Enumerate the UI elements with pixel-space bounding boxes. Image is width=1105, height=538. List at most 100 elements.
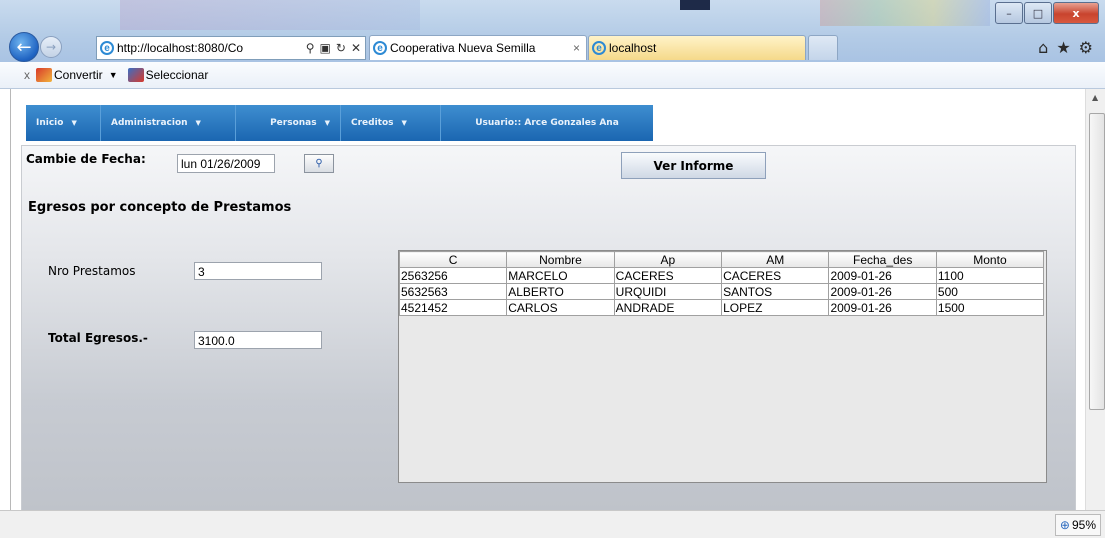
gear-icon[interactable]: ⚙ — [1079, 38, 1093, 57]
close-tab-icon[interactable]: × — [573, 41, 580, 55]
select-label: Seleccionar — [145, 68, 209, 82]
table-cell: URQUIDI — [613, 283, 723, 300]
convert-label: Convertir — [54, 68, 103, 82]
titlebar-decoration — [820, 0, 990, 26]
tab-label: Cooperativa Nueva Semilla — [390, 41, 536, 55]
loans-count-field[interactable]: 3 — [194, 262, 322, 280]
command-bar: x Convertir ▼ Seleccionar — [0, 62, 1105, 89]
menu-inicio[interactable]: Inicio ▼ — [26, 105, 101, 141]
table-cell: CACERES — [613, 267, 723, 284]
column-header[interactable]: Monto — [935, 251, 1045, 268]
table-cell: 1500 — [935, 299, 1045, 316]
column-header[interactable]: Fecha_des — [828, 251, 937, 268]
tab-localhost[interactable]: e localhost — [588, 35, 806, 60]
back-button[interactable]: ← — [9, 32, 39, 62]
titlebar-decoration — [120, 0, 420, 30]
ie-page-icon: e — [100, 41, 114, 55]
menu-personas[interactable]: Personas ▼ — [236, 105, 341, 141]
arrow-left-icon: ← — [16, 36, 32, 58]
zoom-icon: ⊕ — [1059, 518, 1070, 532]
address-bar[interactable]: e http://localhost:8080/Co ⚲ ▣ ↻ ✕ — [96, 36, 366, 60]
scrollbar-thumb[interactable] — [1089, 113, 1105, 410]
view-report-button[interactable]: Ver Informe — [621, 152, 766, 179]
ie-tab-icon: e — [373, 41, 387, 55]
compat-view-icon[interactable]: ▣ — [320, 41, 331, 55]
report-panel: Cambie de Fecha: lun 01/26/2009 ⚲ Ver In… — [21, 145, 1076, 510]
chevron-down-icon: ▼ — [71, 119, 77, 127]
menu-usuario[interactable]: Usuario:: Arce Gonzales Ana — [441, 105, 653, 141]
date-field[interactable]: lun 01/26/2009 — [177, 154, 275, 173]
column-header[interactable]: Nombre — [506, 251, 615, 268]
browser-toolbar-icons: ⌂ ★ ⚙ — [1038, 38, 1093, 57]
table-cell: MARCELO — [506, 267, 615, 284]
table-cell: CACERES — [721, 267, 830, 284]
tab-cooperativa[interactable]: e Cooperativa Nueva Semilla × — [369, 35, 587, 60]
scroll-up-icon[interactable]: ▲ — [1092, 93, 1098, 102]
table-cell: 2009-01-26 — [828, 267, 937, 284]
menu-administracion[interactable]: Administracion ▼ — [101, 105, 236, 141]
table-cell: LOPEZ — [721, 299, 830, 316]
column-header[interactable]: AM — [721, 251, 830, 268]
loans-label: Nro Prestamos — [48, 264, 136, 278]
table-cell: CARLOS — [506, 299, 615, 316]
convert-button[interactable]: Convertir ▼ — [36, 68, 118, 82]
status-bar: ⊕ 95% — [0, 510, 1105, 538]
chevron-down-icon: ▼ — [324, 119, 330, 127]
table-cell: 2009-01-26 — [828, 283, 937, 300]
table-cell: 1100 — [935, 267, 1045, 284]
table-cell: 5632563 — [398, 283, 508, 300]
page-viewport: Inicio ▼ Administracion ▼ Personas ▼ Credit… — [10, 89, 1086, 510]
menu-label: Administracion — [111, 118, 188, 128]
table-cell: 2563256 — [398, 267, 508, 284]
table-row[interactable]: 5632563 ALBERTO URQUIDI SANTOS 2009-01-2… — [398, 283, 1045, 300]
tab-label: localhost — [609, 41, 657, 55]
select-pdf-icon — [127, 68, 144, 82]
table-cell: SANTOS — [721, 283, 830, 300]
chevron-down-icon: ▼ — [108, 70, 118, 80]
table-row[interactable]: 2563256 MARCELO CACERES CACERES 2009-01-… — [398, 267, 1045, 284]
menu-label: Usuario:: Arce Gonzales Ana — [475, 118, 619, 128]
table-cell: 4521452 — [398, 299, 508, 316]
home-icon[interactable]: ⌂ — [1038, 38, 1048, 57]
column-header[interactable]: C — [398, 251, 508, 268]
table-cell: 2009-01-26 — [828, 299, 937, 316]
date-label: Cambie de Fecha: — [26, 152, 146, 166]
table-cell: 500 — [935, 283, 1045, 300]
total-egresos-field[interactable]: 3100.0 — [194, 331, 322, 349]
calendar-pin-icon: ⚲ — [315, 158, 323, 169]
browser-titlebar: – □ x ← → e http://localhost:8080/Co ⚲ ▣… — [0, 0, 1105, 62]
arrow-right-icon: → — [45, 40, 57, 54]
close-window-button[interactable]: x — [1053, 2, 1099, 24]
favorites-star-icon[interactable]: ★ — [1056, 38, 1070, 57]
menu-creditos[interactable]: Creditos ▼ — [341, 105, 441, 141]
forward-button[interactable]: → — [40, 36, 62, 58]
chevron-down-icon: ▼ — [401, 119, 407, 127]
ie-tab-icon: e — [592, 41, 606, 55]
refresh-icon[interactable]: ↻ — [336, 41, 346, 55]
section-title: Egresos por concepto de Prestamos — [28, 200, 292, 215]
window-controls: – □ x — [994, 2, 1099, 24]
column-header[interactable]: Ap — [613, 251, 723, 268]
maximize-button[interactable]: □ — [1024, 2, 1052, 24]
menu-label: Inicio — [36, 118, 64, 128]
titlebar-decoration — [680, 0, 710, 10]
new-tab-button[interactable] — [808, 35, 838, 60]
zoom-level: 95% — [1071, 518, 1096, 532]
loans-table-container: C Nombre Ap AM Fecha_des Monto 2563256 M… — [398, 250, 1047, 483]
minimize-button[interactable]: – — [995, 2, 1023, 24]
zoom-control[interactable]: ⊕ 95% — [1054, 514, 1101, 536]
table-row[interactable]: 4521452 CARLOS ANDRADE LOPEZ 2009-01-26 … — [398, 299, 1045, 316]
calendar-button[interactable]: ⚲ — [304, 154, 334, 173]
url-text[interactable]: http://localhost:8080/Co — [117, 41, 243, 55]
menu-label: Creditos — [351, 118, 394, 128]
table-cell: ALBERTO — [506, 283, 615, 300]
total-label: Total Egresos.- — [48, 331, 148, 345]
stop-icon[interactable]: ✕ — [351, 41, 361, 55]
menu-label: Personas — [270, 118, 317, 128]
table-header-row: C Nombre Ap AM Fecha_des Monto — [398, 251, 1045, 268]
search-icon[interactable]: ⚲ — [306, 41, 315, 55]
select-button[interactable]: Seleccionar — [127, 68, 209, 82]
close-bar-icon[interactable]: x — [24, 68, 30, 82]
page-scrollbar[interactable]: ▲ — [1085, 89, 1105, 510]
app-menubar: Inicio ▼ Administracion ▼ Personas ▼ Credit… — [26, 105, 653, 141]
